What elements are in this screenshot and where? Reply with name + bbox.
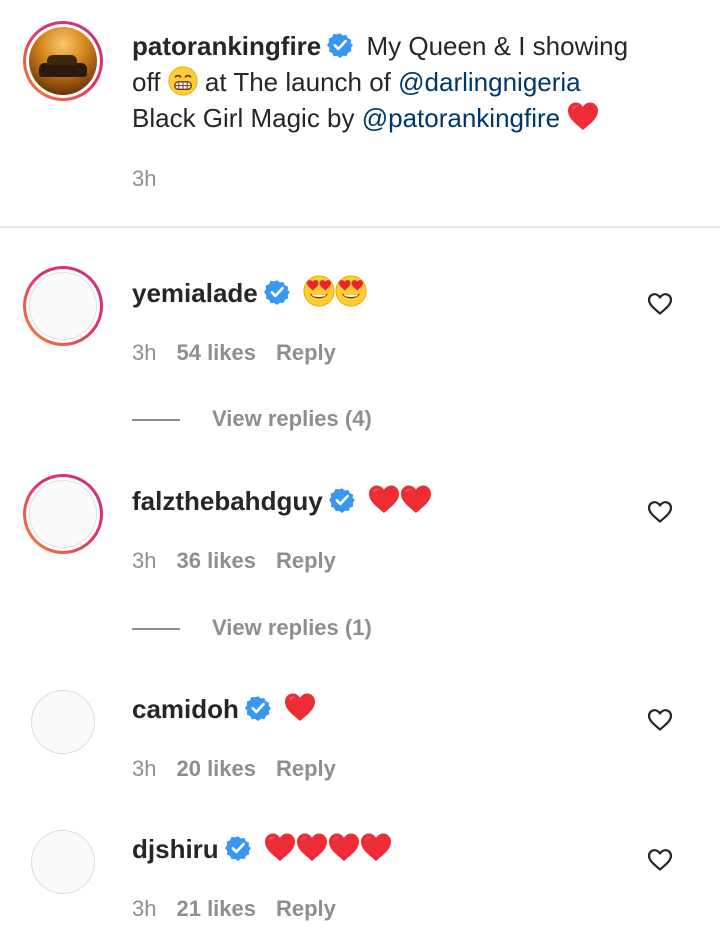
comment-time: 3h bbox=[132, 756, 157, 781]
comment-line: camidoh bbox=[132, 691, 316, 731]
caption-section: patorankingfire My Queen & I showing off… bbox=[0, 0, 720, 226]
mention-link[interactable]: @darlingnigeria bbox=[398, 67, 581, 97]
view-replies-line bbox=[132, 419, 180, 421]
comment-avatar[interactable] bbox=[31, 690, 95, 754]
comment-likes[interactable]: 20 likes bbox=[176, 756, 256, 781]
like-heart-icon[interactable] bbox=[647, 848, 673, 872]
verified-badge-icon bbox=[245, 694, 271, 730]
avatar-photo bbox=[29, 27, 97, 95]
verified-badge-icon bbox=[264, 278, 290, 314]
caption-time: 3h bbox=[132, 166, 157, 191]
comment-avatar[interactable] bbox=[23, 266, 103, 346]
comment-time: 3h bbox=[132, 896, 157, 921]
heart-eyes-emoji-icon bbox=[335, 275, 367, 316]
comment-likes[interactable]: 54 likes bbox=[176, 340, 256, 365]
comment-meta: 3h 21 likes Reply bbox=[132, 896, 336, 922]
comment-line: falzthebahdguy bbox=[132, 483, 432, 523]
view-replies-button[interactable]: View replies (4) bbox=[212, 406, 372, 432]
divider bbox=[0, 226, 720, 228]
reply-button[interactable]: Reply bbox=[276, 340, 336, 365]
red-heart-emoji-icon bbox=[360, 832, 392, 871]
like-heart-icon[interactable] bbox=[647, 708, 673, 732]
caption-text: off bbox=[132, 67, 161, 97]
red-heart-emoji-icon bbox=[328, 832, 360, 871]
comment-meta: 3h 20 likes Reply bbox=[132, 756, 336, 782]
comment-line: yemialade bbox=[132, 275, 367, 316]
reply-button[interactable]: Reply bbox=[276, 756, 336, 781]
mention-link[interactable]: @patorankingfire bbox=[362, 103, 560, 133]
red-heart-emoji-icon bbox=[567, 101, 599, 140]
view-replies-button[interactable]: View replies (1) bbox=[212, 615, 372, 641]
comment-line: djshiru bbox=[132, 831, 392, 871]
caption-line-1: patorankingfire My Queen & I showing bbox=[132, 28, 628, 67]
comment-likes[interactable]: 21 likes bbox=[176, 896, 256, 921]
caption-avatar[interactable] bbox=[23, 21, 103, 101]
comment-username[interactable]: camidoh bbox=[132, 694, 239, 724]
red-heart-emoji-icon bbox=[400, 484, 432, 523]
reply-button[interactable]: Reply bbox=[276, 548, 336, 573]
verified-badge-icon bbox=[327, 31, 353, 67]
red-heart-emoji-icon bbox=[264, 832, 296, 871]
caption-username[interactable]: patorankingfire bbox=[132, 31, 321, 61]
verified-badge-icon bbox=[225, 834, 251, 870]
caption-text: at The launch of bbox=[204, 67, 391, 97]
like-heart-icon[interactable] bbox=[647, 292, 673, 316]
comment-meta: 3h 36 likes Reply bbox=[132, 548, 336, 574]
comment-avatar[interactable] bbox=[31, 830, 95, 894]
comment-time: 3h bbox=[132, 340, 157, 365]
caption-text: My Queen & I showing bbox=[366, 31, 629, 61]
like-heart-icon[interactable] bbox=[647, 500, 673, 524]
reply-button[interactable]: Reply bbox=[276, 896, 336, 921]
comment-meta: 3h 54 likes Reply bbox=[132, 340, 336, 366]
verified-badge-icon bbox=[329, 486, 355, 522]
caption-line-3: Black Girl Magic by @patorankingfire bbox=[132, 100, 599, 140]
caption-line-2: off at The launch of @darlingnigeria bbox=[132, 64, 581, 105]
red-heart-emoji-icon bbox=[284, 692, 316, 731]
comment-time: 3h bbox=[132, 548, 157, 573]
red-heart-emoji-icon bbox=[368, 484, 400, 523]
comment-username[interactable]: falzthebahdguy bbox=[132, 486, 323, 516]
comment-username[interactable]: yemialade bbox=[132, 278, 258, 308]
heart-eyes-emoji-icon bbox=[303, 275, 335, 316]
comment-username[interactable]: djshiru bbox=[132, 834, 219, 864]
caption-text: Black Girl Magic by bbox=[132, 103, 355, 133]
comment-likes[interactable]: 36 likes bbox=[176, 548, 256, 573]
red-heart-emoji-icon bbox=[296, 832, 328, 871]
comment-avatar[interactable] bbox=[23, 474, 103, 554]
view-replies-line bbox=[132, 628, 180, 630]
